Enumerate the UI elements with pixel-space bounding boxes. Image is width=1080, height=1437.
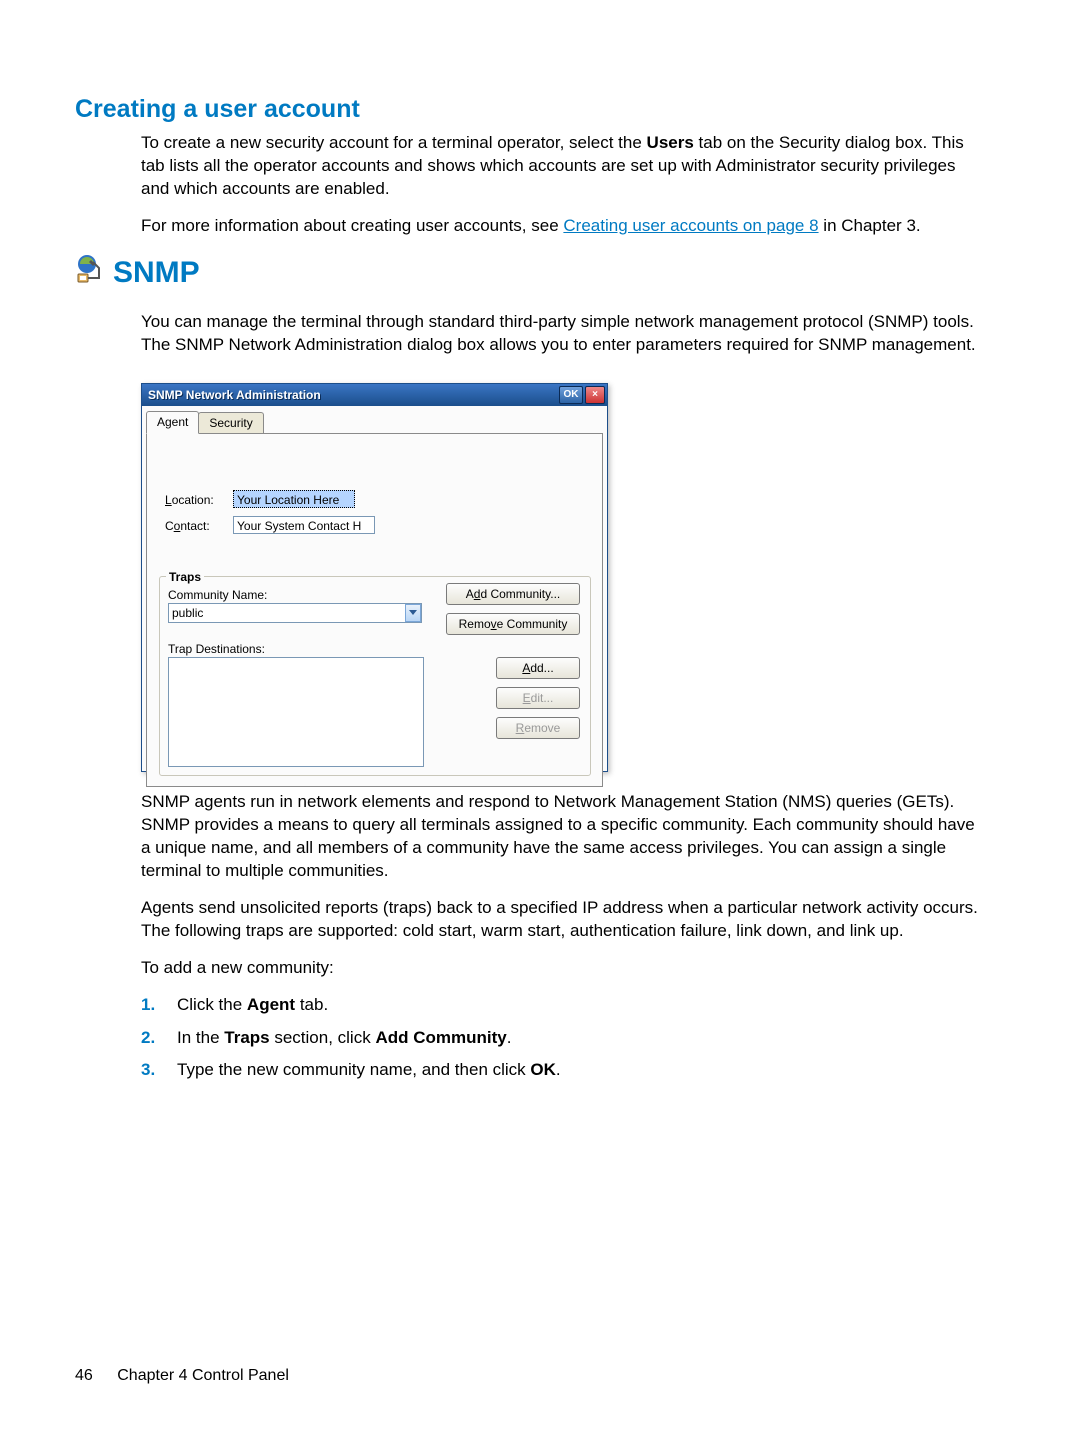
link-creating-user-accounts[interactable]: Creating user accounts on page 8	[563, 216, 818, 235]
u: R	[516, 721, 525, 735]
para-add-community-intro: To add a new community:	[141, 957, 981, 980]
remove-destination-button[interactable]: Remove	[496, 717, 580, 739]
snmp-dialog: SNMP Network Administration OK × Agent S…	[141, 383, 608, 772]
steps-list: 1. Click the Agent tab. 2. In the Traps …	[141, 994, 981, 1083]
b: Agent	[247, 995, 295, 1014]
remove-community-button[interactable]: Remove Community	[446, 613, 580, 635]
page-footer: 46 Chapter 4 Control Panel	[75, 1365, 289, 1387]
heading-create-user-account: Creating a user account	[75, 93, 360, 127]
dialog-close-button[interactable]: ×	[585, 386, 605, 404]
groupbox-traps-title: Traps	[166, 569, 204, 585]
step-num: 2.	[141, 1027, 177, 1050]
page-number: 46	[75, 1367, 93, 1384]
edit-destination-button[interactable]: Edit...	[496, 687, 580, 709]
t: tab.	[295, 995, 328, 1014]
step-text: Type the new community name, and then cl…	[177, 1059, 561, 1082]
b: OK	[530, 1060, 556, 1079]
u: v	[491, 617, 497, 631]
label-community-name: Community Name:	[168, 587, 267, 603]
txt: in Chapter 3.	[819, 216, 921, 235]
step-text: In the Traps section, click Add Communit…	[177, 1027, 511, 1050]
t: Type the new community name, and then cl…	[177, 1060, 530, 1079]
tabpanel-agent: Location: Your Location Here Contact: Yo…	[146, 433, 603, 787]
label-location: Location:	[165, 492, 214, 508]
para-create-2: For more information about creating user…	[141, 215, 981, 238]
add-community-button[interactable]: Add Community...	[446, 583, 580, 605]
b: Add Community	[375, 1028, 506, 1047]
tab-security[interactable]: Security	[198, 412, 263, 435]
community-combo[interactable]: public	[168, 603, 422, 623]
dialog-title: SNMP Network Administration	[148, 387, 321, 403]
t: .	[507, 1028, 512, 1047]
t: Click the	[177, 995, 247, 1014]
txt: To create a new security account for a t…	[141, 133, 647, 152]
location-input[interactable]: Your Location Here	[233, 490, 355, 508]
step-3: 3. Type the new community name, and then…	[141, 1059, 981, 1082]
label-contact: Contact:	[165, 518, 210, 534]
para-snmp-agents: SNMP agents run in network elements and …	[141, 791, 981, 883]
trap-destinations-listbox[interactable]	[168, 657, 424, 767]
u: d	[474, 587, 481, 601]
chapter-label: Chapter 4 Control Panel	[117, 1367, 289, 1384]
chevron-down-icon[interactable]	[405, 604, 421, 622]
para-snmp-intro: You can manage the terminal through stan…	[141, 311, 981, 357]
u: E	[523, 691, 531, 705]
para-create-1: To create a new security account for a t…	[141, 132, 981, 201]
add-destination-button[interactable]: Add...	[496, 657, 580, 679]
t: section, click	[270, 1028, 376, 1047]
u: L	[165, 493, 172, 507]
t: .	[556, 1060, 561, 1079]
label-trap-destinations: Trap Destinations:	[168, 641, 265, 657]
dialog-titlebar: SNMP Network Administration OK ×	[142, 384, 607, 406]
snmp-icon	[75, 252, 111, 288]
txt: For more information about creating user…	[141, 216, 563, 235]
step-text: Click the Agent tab.	[177, 994, 328, 1017]
step-num: 3.	[141, 1059, 177, 1082]
step-num: 1.	[141, 994, 177, 1017]
contact-input[interactable]: Your System Contact H	[233, 516, 375, 534]
para-snmp-traps: Agents send unsolicited reports (traps) …	[141, 897, 981, 943]
u: o	[174, 519, 181, 533]
b: Traps	[224, 1028, 269, 1047]
step-1: 1. Click the Agent tab.	[141, 994, 981, 1017]
tab-agent[interactable]: Agent	[146, 411, 199, 434]
groupbox-traps: Traps Community Name: public Add Communi…	[159, 576, 591, 776]
step-2: 2. In the Traps section, click Add Commu…	[141, 1027, 981, 1050]
heading-snmp: SNMP	[113, 258, 200, 288]
t: In the	[177, 1028, 224, 1047]
u: A	[522, 661, 530, 675]
dialog-ok-button[interactable]: OK	[559, 386, 583, 404]
txt-bold-users: Users	[647, 133, 694, 152]
